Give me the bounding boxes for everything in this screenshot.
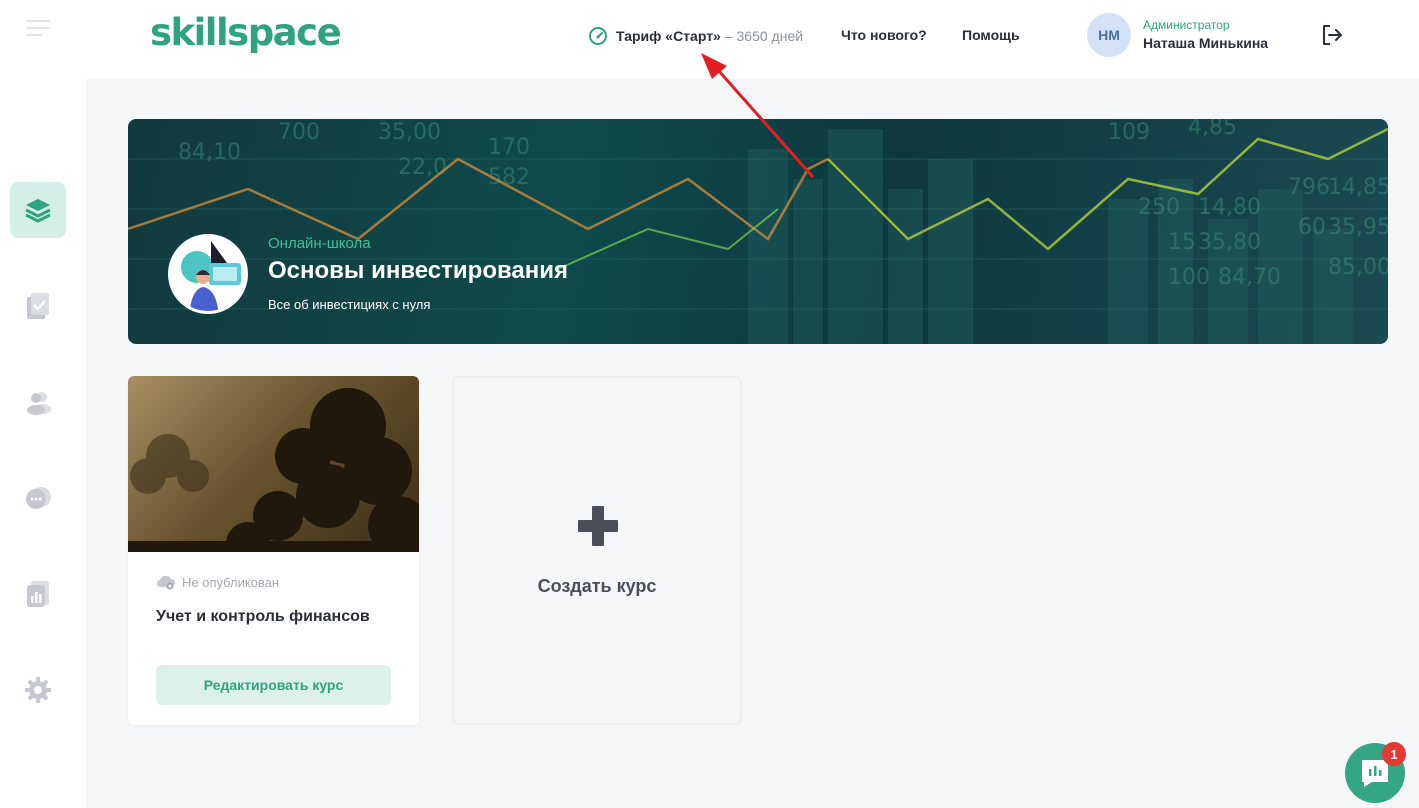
svg-text:35,00: 35,00 xyxy=(378,120,441,145)
chat-icon xyxy=(26,487,51,509)
create-course-label: Создать курс xyxy=(537,576,657,596)
sidebar-item-students[interactable] xyxy=(10,374,66,430)
svg-text:35,80: 35,80 xyxy=(1198,230,1261,255)
svg-text:109: 109 xyxy=(1108,120,1150,145)
svg-text:14,85: 14,85 xyxy=(1328,175,1388,200)
publish-status-label: Не опубликован xyxy=(182,574,280,590)
logout-icon[interactable] xyxy=(1319,22,1345,48)
edit-course-button[interactable]: Редактировать курс xyxy=(156,665,391,705)
sidebar-item-analytics[interactable] xyxy=(10,566,66,622)
tariff-name: Тариф «Старт» xyxy=(616,28,721,44)
chat-notification-badge: 1 xyxy=(1382,742,1406,766)
user-role: Администратор xyxy=(1143,18,1230,32)
svg-text:35,95: 35,95 xyxy=(1328,215,1388,240)
svg-text:84,70: 84,70 xyxy=(1218,265,1281,290)
svg-text:85,00: 85,00 xyxy=(1328,255,1388,280)
top-header: skillspace Тариф «Старт» – 3650 дней Что… xyxy=(86,0,1419,79)
document-check-icon xyxy=(27,293,49,319)
sidebar-item-settings[interactable] xyxy=(10,662,66,718)
svg-text:84,10: 84,10 xyxy=(178,140,241,165)
cloud-icon xyxy=(156,575,175,590)
course-cover-image xyxy=(128,376,419,552)
create-course-card[interactable]: Создать курс xyxy=(452,376,742,725)
plus-icon xyxy=(578,506,618,546)
layers-icon xyxy=(25,199,51,223)
menu-icon[interactable] xyxy=(26,20,50,41)
speedometer-icon xyxy=(589,27,607,45)
school-subtitle: Все об инвестициях с нуля xyxy=(268,297,431,312)
course-title[interactable]: Учет и контроль финансов xyxy=(156,608,370,626)
tariff-days: – 3650 дней xyxy=(724,28,804,44)
svg-text:250: 250 xyxy=(1138,195,1180,220)
help-link[interactable]: Помощь xyxy=(962,27,1020,43)
avatar[interactable]: НМ xyxy=(1087,13,1131,57)
skillspace-logo[interactable]: skillspace xyxy=(150,11,342,54)
sidebar-item-courses[interactable] xyxy=(10,182,66,238)
stats-icon xyxy=(27,581,49,607)
svg-text:700: 700 xyxy=(278,120,320,145)
svg-text:796: 796 xyxy=(1288,175,1330,200)
school-banner: 84,10 700 35,00 170 22,0 582 109 4,85 79… xyxy=(128,119,1388,344)
users-icon xyxy=(27,392,51,415)
settings-icon xyxy=(25,677,51,703)
publish-status: Не опубликован xyxy=(156,574,279,590)
sidebar xyxy=(0,0,86,808)
svg-text:14,80: 14,80 xyxy=(1198,195,1261,220)
sidebar-item-messages[interactable] xyxy=(10,470,66,526)
svg-text:22,0: 22,0 xyxy=(398,155,447,180)
svg-text:15: 15 xyxy=(1168,230,1196,255)
svg-text:4,85: 4,85 xyxy=(1188,119,1237,140)
sidebar-item-homework[interactable] xyxy=(10,278,66,334)
svg-text:60: 60 xyxy=(1298,215,1326,240)
course-card[interactable]: Не опубликован Учет и контроль финансов … xyxy=(128,376,419,725)
school-title[interactable]: Основы инвестирования xyxy=(268,257,568,285)
school-type-label: Онлайн-школа xyxy=(268,235,371,252)
tariff-link[interactable]: Тариф «Старт» – 3650 дней xyxy=(588,26,803,46)
svg-text:170: 170 xyxy=(488,135,530,160)
whats-new-link[interactable]: Что нового? xyxy=(841,27,927,43)
user-name[interactable]: Наташа Минькина xyxy=(1143,35,1268,51)
svg-text:100: 100 xyxy=(1168,265,1210,290)
school-avatar xyxy=(168,234,248,314)
